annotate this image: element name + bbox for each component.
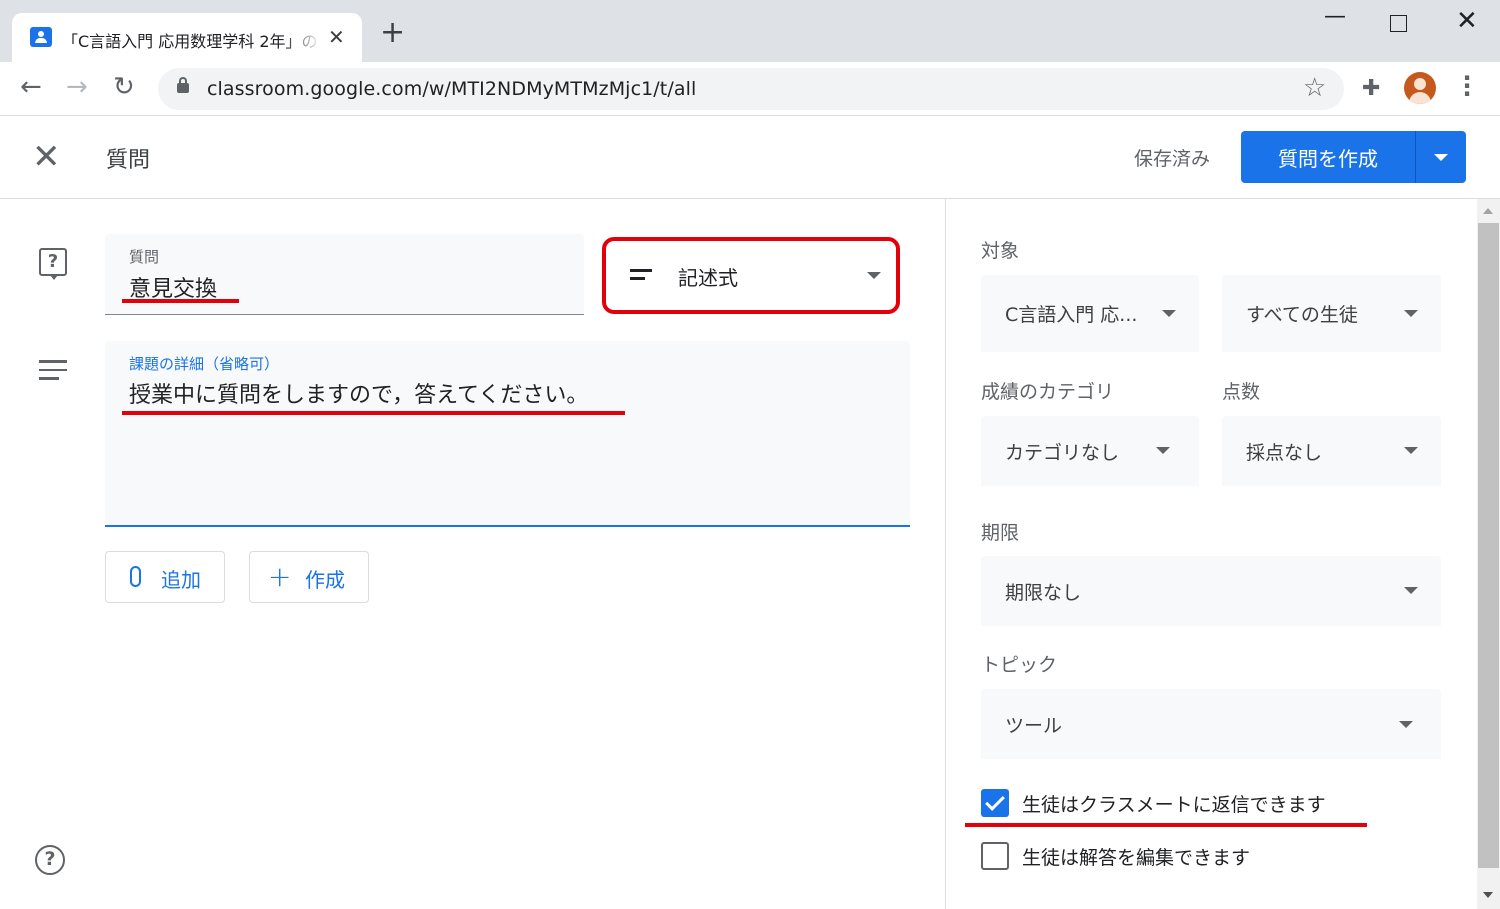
- topic-select[interactable]: ツール: [981, 689, 1441, 759]
- grade-category-select[interactable]: カテゴリなし: [981, 416, 1199, 486]
- points-label: 点数: [1222, 381, 1261, 403]
- question-type-select[interactable]: 記述式: [602, 237, 900, 314]
- reload-icon[interactable]: ↻: [113, 72, 135, 102]
- points-value: 採点なし: [1246, 442, 1323, 464]
- new-tab-button[interactable]: +: [380, 18, 405, 48]
- class-select-value: C言語入門 応...: [1005, 304, 1138, 326]
- reply-checkbox-label[interactable]: 生徒はクラスメートに返信できます: [1022, 790, 1326, 817]
- address-bar[interactable]: classroom.google.com/w/MTI2NDMyMTMzMjc1/…: [158, 68, 1344, 110]
- browser-tabstrip: 「C言語入門 応用数理学科 2年」の ✕ + — ✕: [0, 0, 1500, 62]
- attach-icon: [130, 566, 141, 587]
- profile-avatar[interactable]: [1404, 72, 1436, 104]
- chevron-down-icon: [1162, 310, 1176, 317]
- chevron-down-icon: [1404, 447, 1418, 454]
- create-button-label: 作成: [305, 568, 345, 592]
- due-select[interactable]: 期限なし: [981, 556, 1441, 626]
- due-label: 期限: [981, 522, 1020, 544]
- classroom-favicon-icon: [30, 27, 52, 47]
- url-text[interactable]: classroom.google.com/w/MTI2NDMyMTMzMjc1/…: [207, 78, 696, 100]
- grade-category-value: カテゴリなし: [1005, 442, 1120, 464]
- details-label: 課題の詳細（省略可）: [129, 355, 280, 373]
- browser-toolbar: ← → ↻ classroom.google.com/w/MTI2NDMyMTM…: [0, 62, 1500, 116]
- tab-close-icon[interactable]: ✕: [328, 25, 345, 49]
- annotation-underline-details: [122, 411, 625, 415]
- window-maximize-button[interactable]: [1390, 15, 1407, 32]
- edit-checkbox[interactable]: [981, 842, 1009, 870]
- plus-icon: +: [268, 560, 292, 593]
- page-title: 質問: [106, 148, 151, 173]
- app-header: ✕ 質問 保存済み 質問を作成: [0, 117, 1500, 199]
- chevron-down-icon: [1404, 310, 1418, 317]
- annotation-underline-title: [122, 299, 239, 303]
- edit-checkbox-label[interactable]: 生徒は解答を編集できます: [1022, 843, 1250, 870]
- scroll-up-icon[interactable]: [1483, 208, 1493, 214]
- tab-title: 「C言語入門 応用数理学科 2年」の: [62, 32, 318, 51]
- annotation-underline-reply: [965, 823, 1367, 827]
- short-answer-icon: [630, 269, 652, 285]
- question-title-label: 質問: [129, 248, 160, 266]
- menu-icon[interactable]: · · ·: [1458, 66, 1476, 106]
- extensions-icon[interactable]: ✚: [1362, 76, 1380, 101]
- question-type-label: 記述式: [678, 266, 738, 290]
- grade-category-label: 成績のカテゴリ: [981, 381, 1115, 403]
- window-minimize-button[interactable]: —: [1324, 4, 1346, 29]
- create-question-button[interactable]: 質問を作成: [1241, 131, 1415, 183]
- chevron-down-icon: [1399, 721, 1413, 728]
- add-button-label: 追加: [161, 568, 201, 592]
- close-icon[interactable]: ✕: [32, 137, 61, 177]
- students-select[interactable]: すべての生徒: [1222, 275, 1441, 352]
- back-icon[interactable]: ←: [20, 72, 42, 102]
- topic-label: トピック: [981, 654, 1058, 676]
- scroll-thumb[interactable]: [1478, 223, 1499, 868]
- add-button[interactable]: 追加: [105, 551, 225, 603]
- points-select[interactable]: 採点なし: [1222, 416, 1441, 486]
- browser-tab[interactable]: 「C言語入門 応用数理学科 2年」の ✕: [12, 13, 362, 62]
- chevron-down-icon: [1156, 447, 1170, 454]
- lock-icon[interactable]: [177, 77, 189, 93]
- forward-icon[interactable]: →: [66, 72, 88, 102]
- details-value[interactable]: 授業中に質問をしますので，答えてください。: [129, 377, 588, 409]
- create-options-dropdown[interactable]: [1415, 131, 1466, 183]
- saved-status: 保存済み: [1134, 148, 1211, 170]
- target-label: 対象: [981, 240, 1020, 262]
- chevron-down-icon: [867, 272, 881, 279]
- class-select[interactable]: C言語入門 応...: [981, 275, 1199, 352]
- help-icon[interactable]: ?: [35, 845, 65, 875]
- students-select-value: すべての生徒: [1246, 304, 1358, 326]
- scroll-down-icon[interactable]: [1483, 892, 1493, 898]
- question-icon: ?: [39, 248, 67, 280]
- details-field[interactable]: 課題の詳細（省略可） 授業中に質問をしますので，答えてください。: [105, 341, 910, 527]
- panel-scrollbar[interactable]: [1477, 199, 1500, 909]
- create-button[interactable]: + 作成: [249, 551, 369, 603]
- window-close-button[interactable]: ✕: [1456, 6, 1478, 36]
- reply-checkbox[interactable]: [981, 789, 1009, 817]
- chevron-down-icon: [1404, 587, 1418, 594]
- star-icon[interactable]: ☆: [1303, 73, 1326, 103]
- topic-value: ツール: [1005, 715, 1063, 737]
- due-value: 期限なし: [1005, 582, 1082, 604]
- description-icon: [39, 360, 67, 386]
